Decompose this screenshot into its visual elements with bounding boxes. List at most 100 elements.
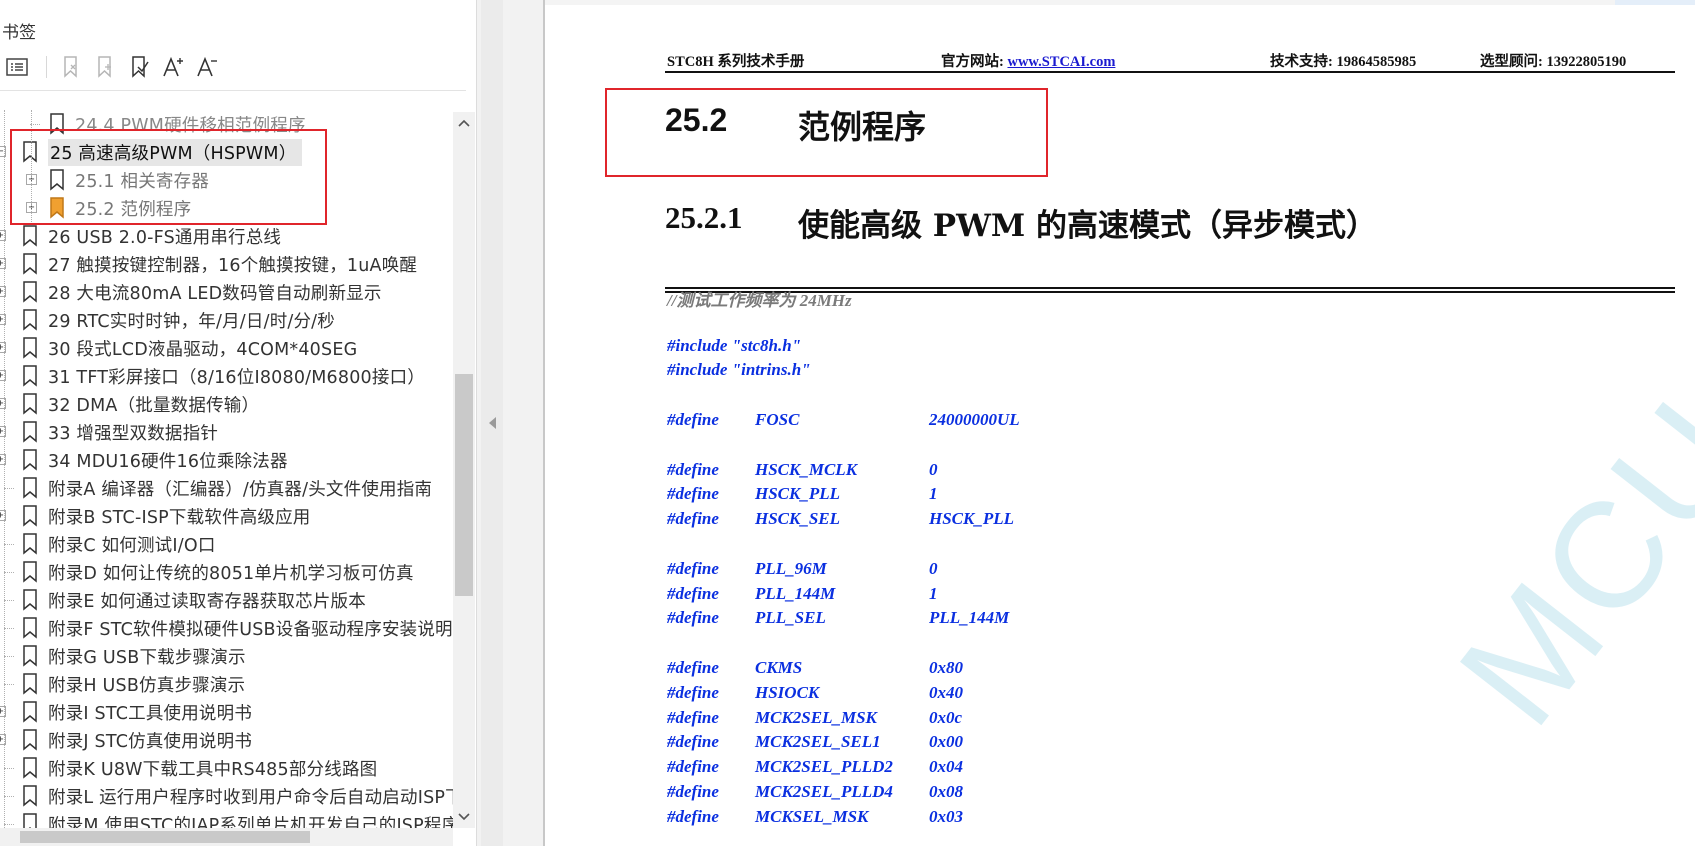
horizontal-scrollbar-thumb[interactable] <box>20 831 310 843</box>
bookmark-item[interactable]: − 25 高速高级PWM（HSPWM） <box>0 138 453 166</box>
expand-toggle-icon[interactable]: + <box>0 734 6 745</box>
bookmark-item[interactable]: + 附录I STC工具使用说明书 <box>0 698 453 726</box>
bookmark-icon <box>23 561 37 583</box>
expand-toggle-icon[interactable]: + <box>0 706 6 717</box>
define-keyword: #define <box>667 484 719 504</box>
define-value: 0x40 <box>929 682 963 702</box>
bookmark-icon <box>23 337 37 359</box>
bookmark-item[interactable]: +33 增强型双数据指针 <box>0 418 453 446</box>
tree-connector <box>4 628 14 629</box>
expand-bookmark-icon[interactable] <box>55 50 89 84</box>
bookmark-label: 附录J STC仿真使用说明书 <box>48 731 253 752</box>
define-value: 0 <box>929 459 938 479</box>
collapse-panel-handle[interactable] <box>481 0 503 846</box>
collapse-bookmark-icon[interactable] <box>89 50 123 84</box>
toolbar-separator <box>46 56 47 78</box>
bookmark-item[interactable]: 附录F STC软件模拟硬件USB设备驱动程序安装说明 <box>0 614 453 642</box>
define-keyword: #define <box>667 658 719 677</box>
bookmark-item[interactable]: 附录C 如何测试I/O口 <box>0 530 453 558</box>
scrollbar-thumb[interactable] <box>455 374 473 596</box>
bookmark-item[interactable]: +28 大电流80mA LED数码管自动刷新显示 <box>0 278 453 306</box>
bookmark-item[interactable]: 附录L 运行用户程序时收到用户命令后自动启动ISP下载 <box>0 782 453 810</box>
scroll-up-arrow-icon[interactable] <box>453 112 475 134</box>
bookmark-item[interactable]: +30 段式LCD液晶驱动，4COM*40SEG <box>0 334 453 362</box>
website-link[interactable]: www.STCAI.com <box>1007 54 1115 70</box>
expand-toggle-icon[interactable]: + <box>0 426 6 437</box>
bookmark-list-icon[interactable] <box>0 50 34 84</box>
tree-connector <box>4 796 14 797</box>
bookmark-icon <box>23 729 37 751</box>
header-support: 技术支持: 19864585985 <box>1270 54 1417 70</box>
bookmark-label: 附录A 编译器（汇编器）/仿真器/头文件使用指南 <box>48 479 433 500</box>
collapse-toggle-icon[interactable]: − <box>0 146 6 157</box>
bookmark-label: 附录I STC工具使用说明书 <box>48 703 253 724</box>
bookmark-item[interactable]: +27 触摸按键控制器，16个触摸按键，1uA唤醒 <box>0 250 453 278</box>
bookmark-item[interactable]: 附录G USB下载步骤演示 <box>0 642 453 670</box>
bookmark-item[interactable]: 附录M 使用STC的IAP系列单片机开发自己的ISP程序 <box>0 810 453 830</box>
bookmark-icon <box>23 393 37 415</box>
bookmark-icon <box>23 141 37 163</box>
bookmark-icon <box>23 365 37 387</box>
tree-connector <box>4 488 14 489</box>
define-value: 0x03 <box>929 806 963 826</box>
bookmarks-vertical-scrollbar[interactable] <box>453 112 475 828</box>
bookmark-item[interactable]: +26 USB 2.0-FS通用串行总线 <box>0 222 453 250</box>
define-keyword: #define <box>667 459 719 479</box>
bookmark-item[interactable]: 24.4 PWM硬件移相范例程序 <box>0 110 453 138</box>
code-include: #include "stc8h.h" <box>667 335 802 355</box>
header-manual-title: STC8H 系列技术手册 <box>667 54 805 70</box>
expand-toggle-icon[interactable]: + <box>0 258 6 269</box>
bookmark-item[interactable]: +34 MDU16硬件16位乘除法器 <box>0 446 453 474</box>
define-keyword: #define <box>667 608 719 628</box>
bookmark-label: 30 段式LCD液晶驱动，4COM*40SEG <box>48 339 358 360</box>
expand-toggle-icon[interactable]: + <box>0 314 6 325</box>
define-value: 0x00 <box>929 732 963 752</box>
bookmark-label: 32 DMA（批量数据传输） <box>48 395 260 416</box>
define-value: 24000000UL <box>929 410 1020 429</box>
bookmark-item[interactable]: 附录H USB仿真步骤演示 <box>0 670 453 698</box>
expand-toggle-icon[interactable]: + <box>0 398 6 409</box>
bookmark-item[interactable]: 附录K U8W下载工具中RS485部分线路图 <box>0 754 453 782</box>
expand-toggle-icon[interactable]: + <box>0 230 6 241</box>
scroll-down-arrow-icon[interactable] <box>453 806 475 828</box>
find-current-bookmark-icon[interactable] <box>123 50 157 84</box>
expand-toggle-icon[interactable]: + <box>0 342 6 353</box>
bookmark-icon <box>23 505 37 527</box>
expand-toggle-icon[interactable]: + <box>0 286 6 297</box>
bookmark-icon <box>23 225 37 247</box>
watermark: MCU <box>1426 367 1695 755</box>
bookmarks-horizontal-scrollbar[interactable] <box>0 828 453 846</box>
define-name: HSCK_MCLK <box>755 459 858 479</box>
define-value: 0x08 <box>929 782 963 801</box>
bookmark-icon <box>23 533 37 555</box>
panel-splitter[interactable] <box>476 0 544 846</box>
bookmark-item[interactable]: + 附录J STC仿真使用说明书 <box>0 726 453 754</box>
bookmark-label: 附录H USB仿真步骤演示 <box>48 675 246 696</box>
bookmark-item[interactable]: +31 TFT彩屏接口（8/16位I8080/M6800接口） <box>0 362 453 390</box>
expand-toggle-icon[interactable]: + <box>0 510 6 521</box>
section-number: 25.2 <box>665 102 728 138</box>
bookmark-item[interactable]: +25.2 范例程序 <box>0 194 453 222</box>
bookmark-icon <box>23 757 37 779</box>
bookmark-item[interactable]: 附录D 如何让传统的8051单片机学习板可仿真 <box>0 558 453 586</box>
increase-font-icon[interactable] <box>157 50 191 84</box>
define-name: HSCK_PLL <box>755 484 841 504</box>
define-keyword: #define <box>667 509 719 529</box>
bookmark-item[interactable]: +25.1 相关寄存器 <box>0 166 453 194</box>
top-strip <box>545 0 1695 5</box>
bookmark-label: 29 RTC实时时钟，年/月/日/时/分/秒 <box>48 311 335 332</box>
bookmark-item[interactable]: 附录A 编译器（汇编器）/仿真器/头文件使用指南 <box>0 474 453 502</box>
expand-toggle-icon[interactable]: + <box>0 370 6 381</box>
tree-connector <box>4 656 14 657</box>
collapse-left-arrow-icon[interactable] <box>488 417 496 429</box>
define-name: FOSC <box>755 410 800 429</box>
tree-connector <box>4 768 14 769</box>
bookmark-icon <box>23 421 37 443</box>
bookmark-item[interactable]: + 附录B STC-ISP下载软件高级应用 <box>0 502 453 530</box>
decrease-font-icon[interactable] <box>191 50 225 84</box>
bookmark-label: 附录B STC-ISP下载软件高级应用 <box>48 507 311 528</box>
bookmark-item[interactable]: +32 DMA（批量数据传输） <box>0 390 453 418</box>
bookmark-item[interactable]: +29 RTC实时时钟，年/月/日/时/分/秒 <box>0 306 453 334</box>
bookmark-item[interactable]: 附录E 如何通过读取寄存器获取芯片版本 <box>0 586 453 614</box>
expand-toggle-icon[interactable]: + <box>0 454 6 465</box>
